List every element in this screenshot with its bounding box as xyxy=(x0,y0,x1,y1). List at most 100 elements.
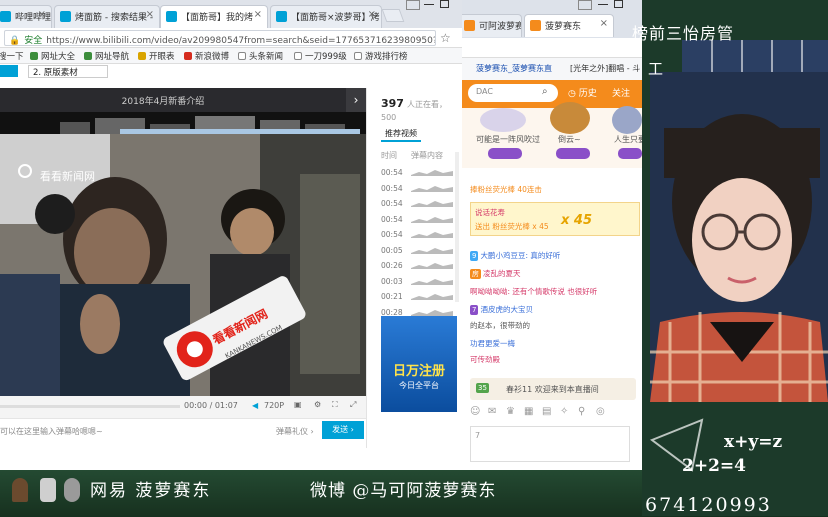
danmu-content-placeholder[interactable] xyxy=(411,216,453,223)
fan-badge xyxy=(488,148,522,159)
bookmark-item[interactable]: 头条新闻 xyxy=(238,50,283,62)
close-icon[interactable]: × xyxy=(38,9,46,20)
page-icon xyxy=(238,52,246,60)
video-player[interactable]: 看看新闻网 看看新闻网 KANKANEWS.COM xyxy=(0,134,366,396)
danmu-content-placeholder[interactable] xyxy=(411,309,453,316)
next-icon[interactable]: › xyxy=(346,88,366,112)
chat-input[interactable]: 7 xyxy=(470,426,630,462)
tab-douyu-2[interactable]: 菠萝赛东 × xyxy=(524,14,614,37)
gift-banner: 说话花寿 送出 粉丝荧光棒 x 45 x 45 xyxy=(470,202,640,236)
scrollbar[interactable] xyxy=(455,152,459,302)
bookmark-item[interactable]: 新浪微博 xyxy=(184,50,229,62)
fan-badge xyxy=(618,148,642,159)
danmu-content-placeholder[interactable] xyxy=(411,169,453,176)
close-icon[interactable]: × xyxy=(254,9,262,20)
bookmark-item[interactable]: 搜一下 xyxy=(0,50,24,62)
widescreen-icon[interactable]: ⤢ xyxy=(350,400,356,410)
chat-tools: ☺ ✉ ♛ ▦ ▤ ✧ ⚲ ◎ xyxy=(470,406,640,422)
player-controls: 00:00 / 01:07 ◀ 720P ▣ ⚙ ⛶ ⤢ xyxy=(0,396,366,418)
video-title-bar: 2018年4月新番介绍 › xyxy=(0,88,366,112)
danmu-toggle-icon[interactable]: ▣ xyxy=(294,400,302,409)
level-badge: 35 xyxy=(476,383,489,393)
supporters-bar: 可能是一阵风吹过 倒云~ 人生只要 xyxy=(462,102,642,168)
new-tab-button[interactable] xyxy=(381,9,405,22)
danmu-etiquette-link[interactable]: 弹幕礼仪 › xyxy=(276,426,314,437)
quality-selector[interactable]: 720P xyxy=(264,401,284,410)
board-equation: x+y=z xyxy=(724,432,783,452)
welcome-text: 春衫11 欢迎来到本直播间 xyxy=(506,385,599,394)
close-icon[interactable]: × xyxy=(368,9,376,20)
send-button[interactable]: 发送 › xyxy=(322,421,364,439)
settings-icon[interactable]: ⚙ xyxy=(314,400,321,409)
danmu-content-placeholder[interactable] xyxy=(411,247,453,254)
maximize-icon[interactable] xyxy=(614,0,623,8)
close-icon[interactable]: × xyxy=(146,9,154,20)
bilibili-tab-icon xyxy=(60,11,71,22)
tab-video[interactable]: 【面筋哥】我的烤 × xyxy=(160,5,268,28)
room-badge: 房 xyxy=(470,269,481,279)
close-icon[interactable]: × xyxy=(600,18,608,29)
avatar[interactable] xyxy=(612,106,642,134)
fan-badge xyxy=(556,148,590,159)
col-time: 时间 xyxy=(381,151,397,160)
tab-recommended[interactable]: 推荐视频 xyxy=(385,128,417,139)
user-icon[interactable] xyxy=(578,0,592,10)
supporter-name: 人生只要 xyxy=(614,135,642,144)
tab-douyu-1[interactable]: 可阿波萝赛 xyxy=(462,14,522,37)
follow-button[interactable]: 关注 xyxy=(612,86,630,99)
minimize-icon[interactable] xyxy=(424,4,434,5)
danmu-content-placeholder[interactable] xyxy=(411,185,453,192)
bookmark-item[interactable]: 游戏排行榜 xyxy=(354,50,408,62)
danmu-content-placeholder[interactable] xyxy=(411,293,453,300)
danmu-time: 00:26 xyxy=(381,261,403,270)
address-bar: 🔒 安全 https://www.bilibili.com/video/av2099… xyxy=(0,28,462,48)
url-input[interactable]: 🔒 安全 https://www.bilibili.com/video/av2099… xyxy=(4,30,436,46)
danmu-heat-bars xyxy=(60,116,360,134)
danmu-content-placeholder[interactable] xyxy=(411,231,453,238)
guitar-icon xyxy=(12,478,28,502)
bookmark-item[interactable]: 一刀999级 xyxy=(294,50,347,62)
bookmark-item[interactable]: [光年之外]翻唱 - 斗 xyxy=(570,63,640,74)
bookmark-item[interactable]: 网址大全 xyxy=(30,50,75,62)
progress-bar[interactable] xyxy=(0,405,180,408)
danmu-content-placeholder[interactable] xyxy=(411,278,453,285)
minimize-icon[interactable] xyxy=(598,4,608,5)
tab-search-results[interactable]: 烤面筋 - 搜索结果 - × xyxy=(54,5,160,28)
maximize-icon[interactable] xyxy=(440,0,449,8)
douyu-address-bar xyxy=(462,38,642,58)
chart-icon[interactable]: ▤ xyxy=(542,406,551,417)
gift-combo: x 45 xyxy=(561,213,593,228)
user-icon[interactable] xyxy=(406,0,420,10)
episode-item[interactable]: 2. 原版素材 xyxy=(28,65,108,78)
danmu-content-placeholder[interactable] xyxy=(411,200,453,207)
gift-icon[interactable]: ✉ xyxy=(488,406,496,417)
image-icon[interactable]: ▦ xyxy=(524,406,533,417)
crown-icon[interactable]: ♛ xyxy=(506,406,515,417)
danmu-time: 00:54 xyxy=(381,230,403,239)
emoji-icon[interactable]: ☺ xyxy=(470,406,480,417)
star-icon[interactable]: ✧ xyxy=(560,406,568,417)
history-button[interactable]: ◷ 历史 xyxy=(568,86,597,99)
danmu-input[interactable]: 可以在这里输入弹幕哈嗯嗯~ xyxy=(0,426,250,437)
tab-bilibili[interactable]: 哔哩哔哩 × xyxy=(0,5,52,28)
tab-video-2[interactable]: 【面筋哥×波萝哥】烤 × xyxy=(270,5,382,28)
bookmark-item[interactable]: 菠萝赛东_菠萝赛东直 xyxy=(476,63,552,74)
volume-icon[interactable]: ◀ xyxy=(252,401,258,410)
star-icon[interactable]: ☆ xyxy=(440,31,451,45)
streamer-figure xyxy=(650,72,828,402)
avatar[interactable] xyxy=(550,102,590,134)
bookmark-item[interactable]: 网址导航 xyxy=(84,50,129,62)
footer-weibo: 微博 @马可阿菠萝赛东 xyxy=(310,481,497,501)
link-icon[interactable]: ⚲ xyxy=(578,406,585,417)
bilibili-tab-icon xyxy=(276,11,287,22)
episode-row: 2. 原版素材 xyxy=(0,64,462,80)
page-icon xyxy=(354,52,362,60)
avatar[interactable] xyxy=(480,108,526,132)
bookmark-icon xyxy=(84,52,92,60)
ad-banner[interactable]: 日万注册 今日全平台 xyxy=(381,316,457,412)
fullscreen-icon[interactable]: ⛶ xyxy=(332,400,338,410)
search-icon[interactable]: ⌕ xyxy=(542,86,548,97)
danmu-content-placeholder[interactable] xyxy=(411,262,453,269)
more-icon[interactable]: ◎ xyxy=(596,406,605,417)
bookmark-item[interactable]: 开眼表 xyxy=(138,50,175,62)
